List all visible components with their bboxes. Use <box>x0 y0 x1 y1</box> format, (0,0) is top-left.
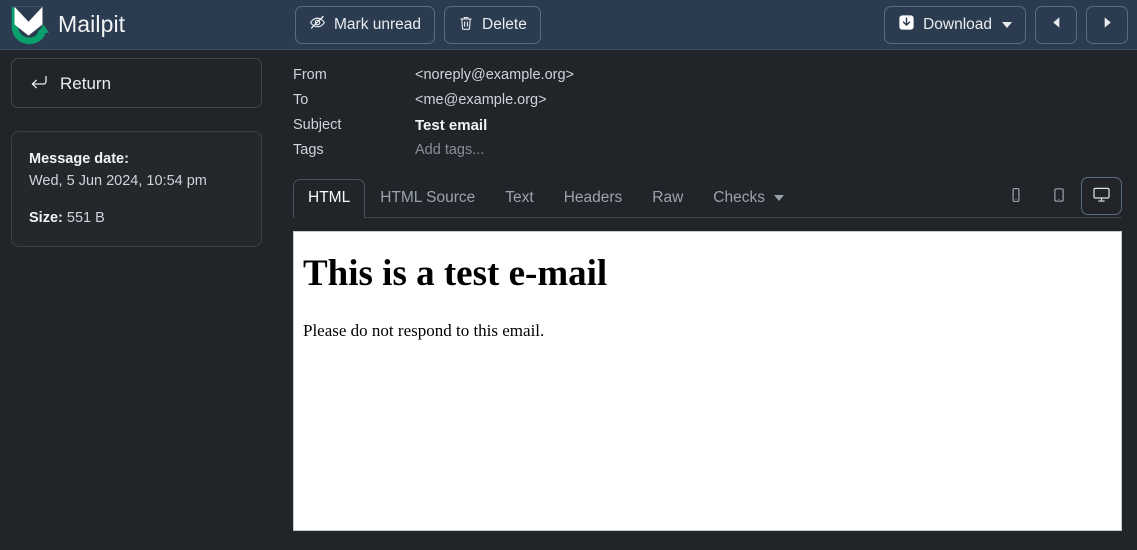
triangle-right-icon <box>1100 15 1115 34</box>
page-layout: Return Message date: Wed, 5 Jun 2024, 10… <box>0 50 1137 550</box>
tablet-icon <box>1051 187 1067 206</box>
tab-html[interactable]: HTML <box>293 178 366 219</box>
email-heading: This is a test e-mail <box>303 253 608 295</box>
download-icon <box>898 14 915 35</box>
desktop-monitor-icon <box>1092 185 1111 207</box>
mailpit-envelope-logo-icon <box>8 2 49 47</box>
message-detail: From <noreply@example.org> To <me@exampl… <box>273 50 1137 532</box>
tab-raw-label: Raw <box>652 188 684 206</box>
header-row-tags: Tags Add tags... <box>293 142 1122 168</box>
tab-checks-label: Checks <box>713 188 765 206</box>
message-headers: From <noreply@example.org> To <me@exampl… <box>293 67 1122 168</box>
brand-name: Mailpit <box>58 11 126 37</box>
preview-tabs: HTML HTML Source Text Headers Raw Checks <box>293 176 1122 219</box>
message-size-label: Size: <box>29 210 63 226</box>
tags-input[interactable]: Add tags... <box>415 142 1122 168</box>
message-date-value: Wed, 5 Jun 2024, 10:54 pm <box>29 173 207 189</box>
email-paragraph: Please do not respond to this email. <box>303 321 545 340</box>
tab-html-source-label: HTML Source <box>380 188 476 206</box>
message-date-row: Message date: Wed, 5 Jun 2024, 10:54 pm <box>29 150 244 189</box>
to-label: To <box>293 91 309 108</box>
tab-raw[interactable]: Raw <box>637 179 698 219</box>
email-body-content: This is a test e-mail Please do not resp… <box>302 254 1113 341</box>
tab-text-label: Text <box>505 188 534 206</box>
sidebar: Return Message date: Wed, 5 Jun 2024, 10… <box>0 50 273 247</box>
tags-label: Tags <box>293 142 324 159</box>
header-row-from: From <noreply@example.org> <box>293 67 1122 93</box>
phone-icon <box>1008 187 1024 206</box>
download-label: Download <box>923 15 992 33</box>
header-row-subject: Subject Test email <box>293 116 1122 144</box>
top-navbar: Mailpit Mark unread Delete Download <box>0 0 1137 50</box>
eye-slash-icon <box>309 14 326 35</box>
mark-unread-label: Mark unread <box>334 15 422 33</box>
viewport-desktop-button[interactable] <box>1081 177 1122 216</box>
subject-label: Subject <box>293 116 342 133</box>
download-button[interactable]: Download <box>884 5 1026 44</box>
to-value[interactable]: <me@example.org> <box>415 92 1122 118</box>
brand[interactable]: Mailpit <box>0 2 273 47</box>
triangle-left-icon <box>1049 15 1064 34</box>
tab-html-label: HTML <box>308 188 351 206</box>
message-date-label: Message date: <box>29 151 129 167</box>
message-actions: Mark unread Delete <box>295 5 541 44</box>
viewport-tablet-button[interactable] <box>1038 177 1079 215</box>
message-size-row: Size: 551 B <box>29 210 244 226</box>
message-metadata-card: Message date: Wed, 5 Jun 2024, 10:54 pm … <box>11 131 262 247</box>
header-row-to: To <me@example.org> <box>293 91 1122 118</box>
tab-headers[interactable]: Headers <box>549 179 638 219</box>
viewport-size-toggles <box>995 177 1122 217</box>
tab-checks[interactable]: Checks <box>698 179 799 219</box>
tab-text[interactable]: Text <box>490 179 548 219</box>
chevron-down-icon <box>773 195 784 202</box>
previous-message-button[interactable] <box>1035 5 1077 44</box>
mark-unread-button[interactable]: Mark unread <box>295 5 436 44</box>
from-label: From <box>293 67 327 83</box>
return-label: Return <box>60 73 112 93</box>
email-preview-panel: This is a test e-mail Please do not resp… <box>293 231 1122 532</box>
chevron-down-icon <box>1002 21 1012 28</box>
tab-html-source[interactable]: HTML Source <box>365 179 490 219</box>
from-value[interactable]: <noreply@example.org> <box>415 67 1122 93</box>
delete-label: Delete <box>482 15 527 33</box>
delete-button[interactable]: Delete <box>444 5 541 44</box>
next-message-button[interactable] <box>1086 5 1128 44</box>
trash-icon <box>458 15 474 35</box>
message-size-value: 551 B <box>66 210 105 226</box>
viewport-phone-button[interactable] <box>995 177 1036 215</box>
navigation-actions: Download <box>884 5 1131 44</box>
subject-value: Test email <box>415 116 488 134</box>
return-button[interactable]: Return <box>11 58 262 108</box>
return-arrow-icon <box>30 73 48 94</box>
tab-headers-label: Headers <box>563 188 623 206</box>
